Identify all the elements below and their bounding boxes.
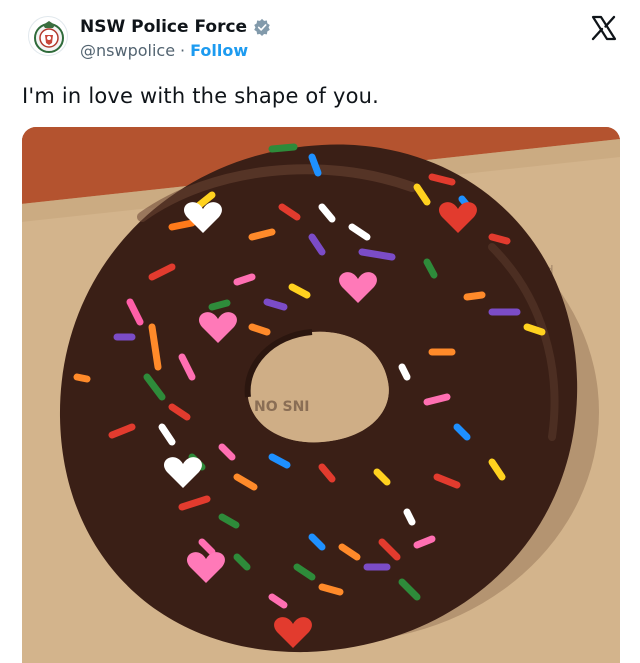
donut-photo: ɹəd NO SNI	[22, 127, 620, 663]
tweet-header: NSW Police Force @nswpolice · Follow	[0, 0, 640, 80]
tweet-text: I'm in love with the shape of you.	[22, 84, 380, 108]
handle[interactable]: @nswpolice	[80, 41, 175, 60]
x-logo-icon[interactable]	[590, 14, 618, 42]
avatar[interactable]	[28, 16, 68, 56]
display-name[interactable]: NSW Police Force	[80, 17, 247, 37]
napkin-print-1: NO SNI	[254, 399, 310, 415]
separator-dot: ·	[180, 41, 186, 60]
police-badge-icon	[34, 21, 64, 53]
verified-badge-icon	[254, 18, 270, 36]
follow-button[interactable]: Follow	[190, 41, 248, 60]
tweet-photo[interactable]: ɹəd NO SNI	[22, 127, 620, 663]
